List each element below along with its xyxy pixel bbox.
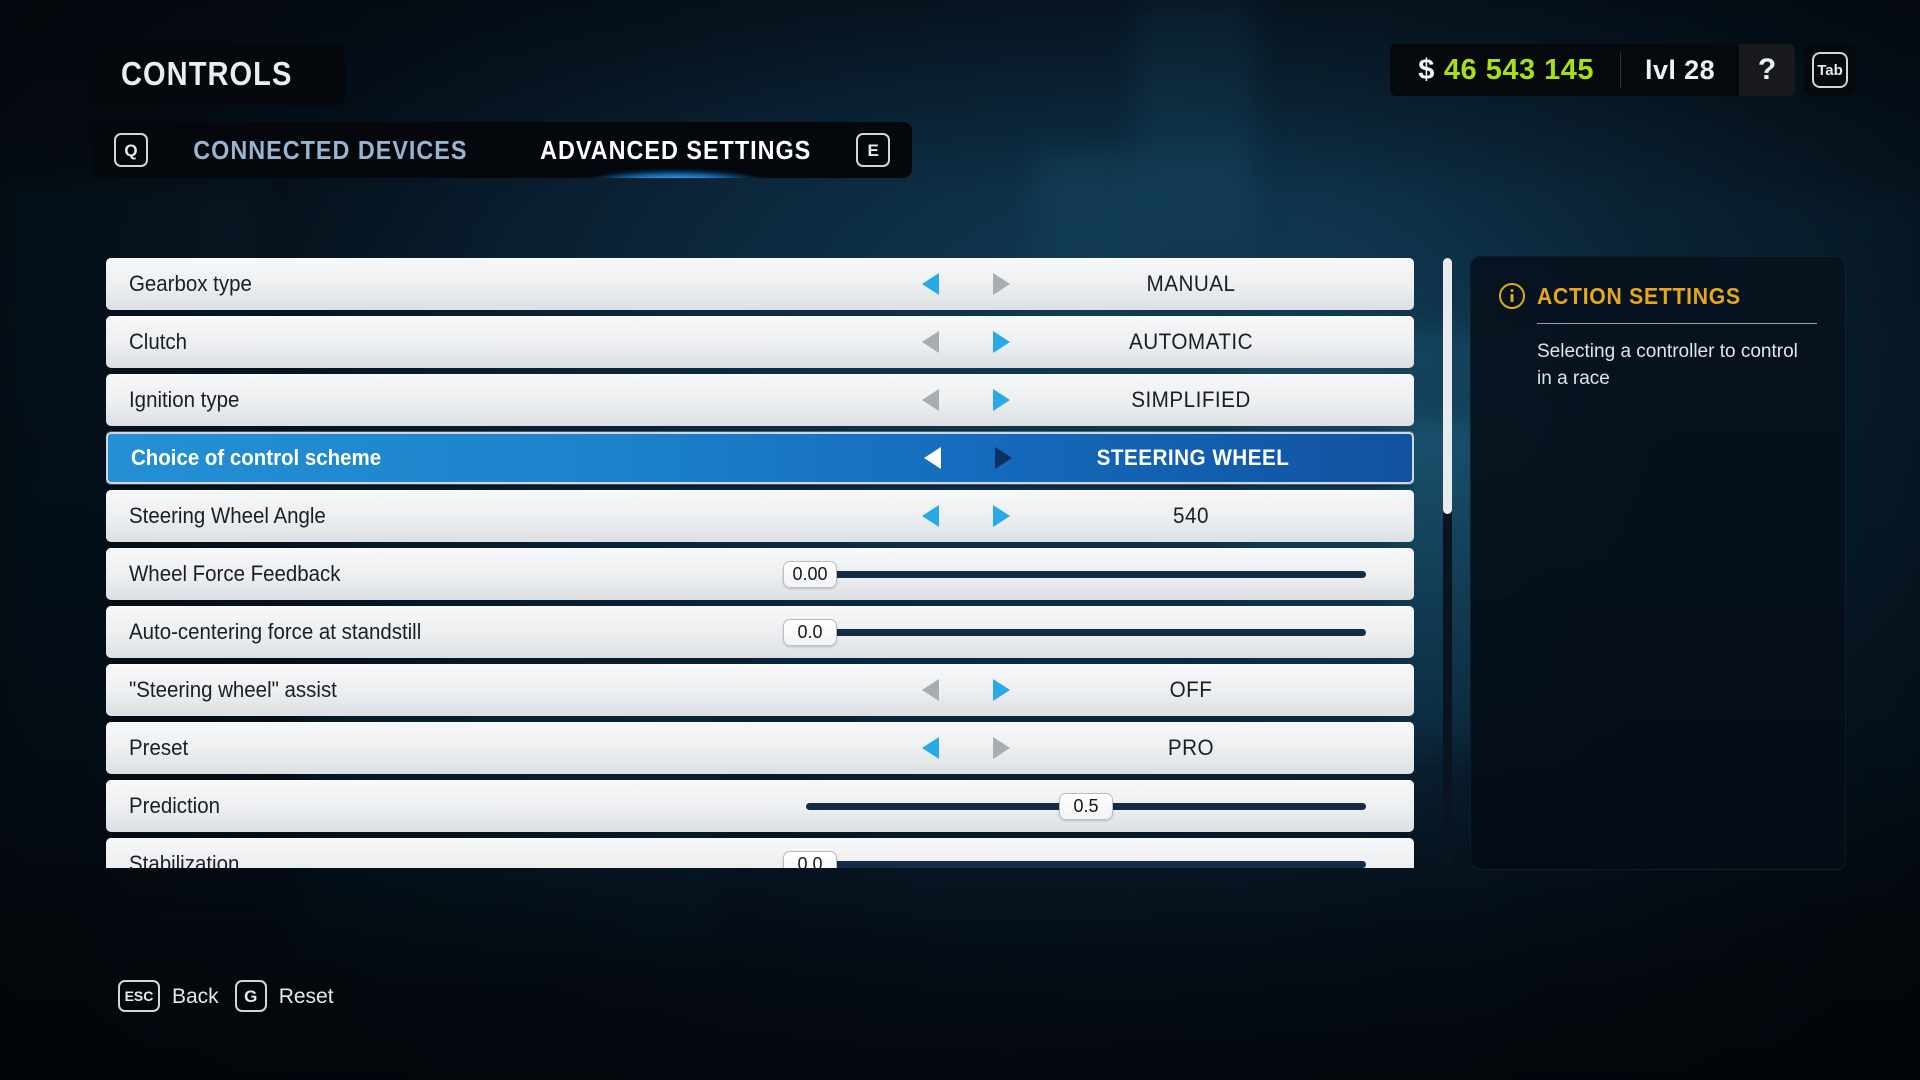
setting-row-label: Clutch: [129, 329, 187, 354]
info-panel-header: ACTION SETTINGS: [1499, 283, 1817, 309]
setting-row-value: PRO: [1167, 735, 1215, 760]
slider-handle[interactable]: 0.00: [783, 560, 837, 588]
level-display: lvl 28: [1645, 54, 1715, 85]
setting-row[interactable]: Clutch AUTOMATIC: [106, 316, 1414, 368]
slider-track[interactable]: [806, 628, 1366, 636]
arrow-right-icon[interactable]: [993, 679, 1010, 701]
arrow-left-icon[interactable]: [922, 273, 939, 295]
footer-keycap: ESC: [118, 980, 160, 1012]
tab-bar: Q CONNECTED DEVICES ADVANCED SETTINGS E: [92, 122, 913, 178]
setting-row-value: MANUAL: [1146, 271, 1236, 296]
setting-row-arrows: [922, 316, 1010, 368]
setting-row-label: Preset: [129, 735, 189, 760]
currency-symbol: $: [1418, 53, 1435, 86]
setting-row[interactable]: Prediction 0.5: [106, 780, 1414, 832]
setting-row[interactable]: "Steering wheel" assist OFF: [106, 664, 1414, 716]
info-panel-divider: [1537, 323, 1817, 324]
footer-action-back[interactable]: ESC Back: [118, 980, 219, 1012]
setting-row-arrows: [924, 434, 1012, 482]
setting-row-slider[interactable]: 0.5: [806, 780, 1366, 832]
arrow-left-icon[interactable]: [922, 505, 939, 527]
slider-track[interactable]: [806, 860, 1366, 868]
setting-row-label: Auto-centering force at standstill: [129, 619, 422, 644]
scrollbar-track[interactable]: [1443, 258, 1452, 868]
setting-row-slider[interactable]: 0.0: [783, 606, 1366, 658]
setting-row-value: STEERING WHEEL: [1096, 445, 1290, 470]
arrow-right-icon[interactable]: [995, 447, 1012, 469]
slider-handle[interactable]: 0.0: [783, 850, 837, 868]
currency-display: $ 46 543 145: [1390, 44, 1620, 96]
footer-actions: ESC Back G Reset: [100, 972, 352, 1020]
tab-connected-devices[interactable]: CONNECTED DEVICES: [190, 137, 471, 163]
setting-row-label: Prediction: [129, 793, 220, 818]
currency-amount: 46 543 145: [1443, 53, 1595, 86]
slider-handle[interactable]: 0.5: [1059, 792, 1113, 820]
setting-row-value: SIMPLIFIED: [1131, 387, 1251, 412]
game-settings-screen: CONTROLS Q CONNECTED DEVICES ADVANCED SETT…: [0, 0, 1920, 1080]
arrow-left-icon[interactable]: [922, 331, 939, 353]
info-panel: ACTION SETTINGS Selecting a controller t…: [1470, 256, 1846, 870]
setting-row-value: OFF: [1169, 677, 1213, 702]
tab-label: CONNECTED DEVICES: [193, 135, 468, 165]
setting-row[interactable]: Wheel Force Feedback 0.00: [106, 548, 1414, 600]
setting-row-label: Gearbox type: [129, 271, 252, 296]
setting-row-label: Steering Wheel Angle: [129, 503, 326, 528]
tab-label: ADVANCED SETTINGS: [539, 135, 812, 165]
page-title-text: CONTROLS: [121, 55, 293, 92]
info-circle-icon: [1499, 283, 1525, 309]
arrow-left-icon[interactable]: [922, 679, 939, 701]
tab-advanced-settings[interactable]: ADVANCED SETTINGS: [520, 135, 831, 178]
info-panel-body: Selecting a controller to control in a r…: [1537, 341, 1798, 389]
info-panel-title: ACTION SETTINGS: [1537, 282, 1741, 309]
setting-row-slider[interactable]: 0.00: [783, 548, 1366, 600]
setting-row-label: Ignition type: [129, 387, 240, 412]
scrollbar-thumb[interactable]: [1443, 258, 1452, 515]
hud-pill: $ 46 543 145 lvl 28 ?: [1390, 44, 1795, 96]
setting-row-label: Choice of control scheme: [131, 445, 382, 470]
setting-row[interactable]: Choice of control scheme STEERING WHEEL: [106, 432, 1414, 484]
setting-row-label: Wheel Force Feedback: [129, 561, 341, 586]
setting-row[interactable]: Preset PRO: [106, 722, 1414, 774]
setting-row-arrows: [922, 490, 1010, 542]
help-button[interactable]: ?: [1739, 44, 1795, 96]
setting-row-arrows: [922, 374, 1010, 426]
setting-row[interactable]: Stabilization 0.0: [106, 838, 1414, 868]
arrow-right-icon[interactable]: [993, 273, 1010, 295]
page-title: CONTROLS: [92, 44, 345, 105]
settings-list[interactable]: Gearbox type MANUAL Clutch AUTOMATIC Ignitio…: [106, 258, 1414, 868]
setting-row[interactable]: Gearbox type MANUAL: [106, 258, 1414, 310]
arrow-right-icon[interactable]: [993, 389, 1010, 411]
footer-action-reset[interactable]: G Reset: [234, 980, 334, 1012]
tab-prev-keycap[interactable]: Q: [114, 133, 148, 167]
tab-key-button[interactable]: Tab: [1804, 44, 1856, 96]
arrow-right-icon[interactable]: [993, 505, 1010, 527]
arrow-right-icon[interactable]: [993, 331, 1010, 353]
footer-action-label: Back: [172, 984, 219, 1008]
setting-row-slider[interactable]: 0.0: [783, 838, 1366, 868]
tab-keycap: Tab: [1812, 52, 1848, 88]
slider-handle[interactable]: 0.0: [783, 618, 837, 646]
setting-row-label: Stabilization: [129, 851, 240, 869]
setting-row-arrows: [922, 722, 1010, 774]
arrow-left-icon[interactable]: [922, 737, 939, 759]
setting-row-value: AUTOMATIC: [1128, 329, 1254, 354]
setting-row-value: 540: [1173, 503, 1209, 528]
tab-next-keycap[interactable]: E: [856, 133, 891, 167]
setting-row-label: "Steering wheel" assist: [129, 677, 337, 702]
slider-track[interactable]: [806, 570, 1366, 578]
setting-row-arrows: [922, 664, 1010, 716]
arrow-left-icon[interactable]: [922, 389, 939, 411]
footer-action-label: Reset: [278, 984, 334, 1008]
setting-row[interactable]: Auto-centering force at standstill 0.0: [106, 606, 1414, 658]
arrow-right-icon[interactable]: [993, 737, 1010, 759]
setting-row-arrows: [922, 258, 1010, 310]
setting-row[interactable]: Ignition type SIMPLIFIED: [106, 374, 1414, 426]
hud: $ 46 543 145 lvl 28 ? Tab: [1390, 44, 1856, 96]
footer-keycap: G: [234, 980, 267, 1012]
setting-row[interactable]: Steering Wheel Angle 540: [106, 490, 1414, 542]
arrow-left-icon[interactable]: [924, 447, 941, 469]
